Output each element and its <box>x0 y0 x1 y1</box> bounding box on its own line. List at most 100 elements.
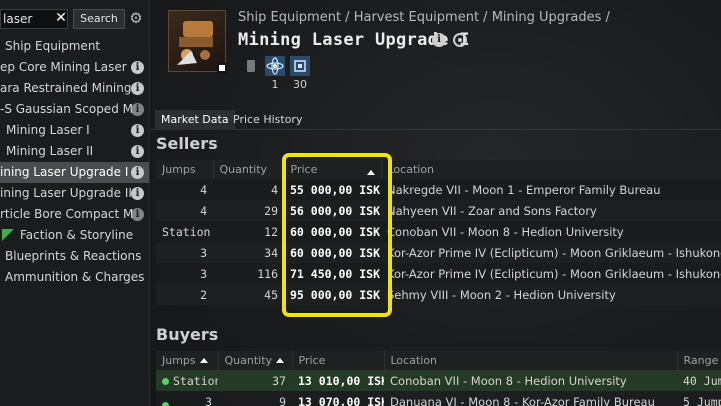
tree-item-faction-storyline[interactable]: Faction & Storyline <box>0 225 149 246</box>
tree-item-label: ining Laser Upgrade I <box>0 165 129 179</box>
cell-jumps: 3 <box>200 245 207 260</box>
cell-quantity: 116 <box>257 266 278 281</box>
cell-price: 13 010,00 ISK <box>292 370 384 391</box>
cell-location[interactable]: Conoban VII - Moon 8 - Hedion University <box>384 370 677 391</box>
cell-jumps-label: 3 <box>205 394 212 406</box>
cell-jumps: 3 <box>200 266 207 281</box>
info-icon[interactable]: i <box>131 187 144 200</box>
tree-item-label: ining Laser Upgrade II <box>0 186 132 200</box>
tree-item-label: -S Gaussian Scoped M <box>0 102 133 116</box>
tree-item-mining-laser-ii[interactable]: Mining Laser II i <box>0 141 149 162</box>
cell-jumps: 4 <box>200 203 207 218</box>
station-dot-icon <box>162 401 169 406</box>
cell-quantity: 4 <box>271 182 278 197</box>
atom-icon <box>265 56 285 76</box>
table-row[interactable]: 3 116 71 450,00 ISK Kor-Azor Prime IV (E… <box>156 263 721 284</box>
tree-item-particle-bore-compact[interactable]: rticle Bore Compact M i <box>0 204 149 225</box>
column-header-location[interactable]: Location <box>384 351 678 370</box>
tree-item-label: Blueprints & Reactions <box>5 249 142 263</box>
table-row[interactable]: 4 29 56 000,00 ISK Nahyeen VII - Zoar an… <box>156 200 721 221</box>
faction-icon <box>2 229 14 241</box>
info-icon[interactable]: i <box>131 166 144 179</box>
info-icon[interactable]: i <box>131 103 144 116</box>
column-header-quantity[interactable]: Quantity <box>213 160 285 179</box>
gear-icon[interactable]: ⚙ <box>128 9 144 27</box>
show-info-icon[interactable]: i <box>432 33 446 47</box>
info-icon[interactable]: i <box>131 61 144 74</box>
tree-item-restrained-mining[interactable]: ara Restrained Mining i <box>0 78 149 99</box>
tree-item-mining-laser-upgrade-i[interactable]: ining Laser Upgrade I i <box>0 162 149 183</box>
tree-item-gaussian-scoped[interactable]: -S Gaussian Scoped M i <box>0 99 149 120</box>
column-header-jumps[interactable]: Jumps <box>156 160 214 179</box>
cell-quantity: 37 <box>218 370 292 391</box>
table-header-row: Jumps Quantity Price Location Range <box>156 351 721 370</box>
tree-item-blueprints-reactions[interactable]: Blueprints & Reactions <box>0 246 149 267</box>
market-details-panel: Ship Equipment / Harvest Equipment / Min… <box>151 0 721 406</box>
cell-jumps: Station <box>162 224 211 239</box>
cell-location[interactable]: Kor-Azor Prime IV (Eclipticum) - Moon Gr… <box>381 263 721 284</box>
powergrid-icon <box>247 60 255 72</box>
cell-location[interactable]: Sehmy VIII - Moon 2 - Hedion University <box>381 284 721 305</box>
info-icon[interactable]: i <box>131 208 144 221</box>
column-header-range[interactable]: Range <box>677 351 721 370</box>
tree-item-mining-laser-i[interactable]: Mining Laser I i <box>0 120 149 141</box>
column-header-price[interactable]: Price <box>292 351 385 370</box>
cell-location[interactable]: Nahyeen VII - Zoar and Sons Factory <box>381 200 721 221</box>
column-header-price[interactable]: Price <box>284 160 382 179</box>
table-row[interactable]: Station 12 60 000,00 ISK Conoban VII - M… <box>156 221 721 242</box>
table-header-row: Jumps Quantity Price Location <box>156 160 721 179</box>
breadcrumb[interactable]: Ship Equipment / Harvest Equipment / Min… <box>238 10 610 25</box>
tree-item-ship-equipment[interactable]: Ship Equipment <box>0 36 149 57</box>
tree-item-deep-core-mining-laser[interactable]: ep Core Mining Laser i <box>0 57 149 78</box>
tab-bar: Market Data Price History <box>151 110 721 130</box>
tab-price-history[interactable]: Price History <box>227 110 308 130</box>
cell-price: 13 070,00 ISK <box>298 394 384 406</box>
column-header-quantity[interactable]: Quantity <box>218 351 293 370</box>
requirement-value: 1 <box>271 78 279 91</box>
table-row[interactable]: 3 9 13 070,00 ISK Danuana VI - Moon 8 - … <box>156 391 721 406</box>
cell-price: 56 000,00 ISK <box>290 203 381 218</box>
column-header-jumps[interactable]: Jumps <box>156 351 219 370</box>
sellers-table: Jumps Quantity Price Location 4 4 55 000… <box>156 160 721 305</box>
tree-item-label: Ammunition & Charges <box>5 270 145 284</box>
tab-market-data[interactable]: Market Data <box>155 110 235 130</box>
search-row: laser ✕ Search ⚙ <box>0 0 149 36</box>
info-icon[interactable]: i <box>131 145 144 158</box>
tree-item-label: rticle Bore Compact M <box>0 207 134 221</box>
cell-price: 95 000,00 ISK <box>290 287 381 302</box>
cell-range: 5 Jumps <box>683 394 721 406</box>
tree-item-mining-laser-upgrade-ii[interactable]: ining Laser Upgrade II i <box>0 183 149 204</box>
cell-jumps: 2 <box>200 287 207 302</box>
tree-item-label: Faction & Storyline <box>20 228 134 242</box>
cpu-icon <box>290 56 310 76</box>
cell-location[interactable]: Danuana VI - Moon 8 - Kor-Azor Family Bu… <box>384 391 677 406</box>
market-tree: Ship Equipment ep Core Mining Laser i ar… <box>0 36 149 288</box>
table-row[interactable]: 4 4 55 000,00 ISK Nakregde VII - Moon 1 … <box>156 179 721 200</box>
search-button[interactable]: Search <box>73 9 125 29</box>
tree-item-ammunition-charges[interactable]: Ammunition & Charges <box>0 267 149 288</box>
clear-search-icon[interactable]: ✕ <box>54 10 68 26</box>
cell-range: 40 Jumps <box>677 370 721 391</box>
cell-jumps: 4 <box>200 182 207 197</box>
column-header-location[interactable]: Location <box>381 160 721 179</box>
sort-ascending-icon <box>366 170 375 175</box>
cell-location[interactable]: Nakregde VII - Moon 1 - Emperor Family B… <box>381 179 721 200</box>
table-row[interactable]: 3 34 60 000,00 ISK Kor-Azor Prime IV (Ec… <box>156 242 721 263</box>
cell-location[interactable]: Conoban VII - Moon 8 - Hedion University <box>381 221 721 242</box>
requirement-value: 30 <box>293 78 307 91</box>
mining-laser-upgrade-icon[interactable] <box>168 10 227 73</box>
market-browser-sidebar: laser ✕ Search ⚙ Ship Equipment ep Core … <box>0 0 150 406</box>
sort-ascending-icon <box>276 358 285 363</box>
tree-item-label: ara Restrained Mining <box>0 81 132 95</box>
info-icon[interactable]: i <box>131 82 144 95</box>
cell-quantity: 9 <box>279 394 286 406</box>
table-row[interactable]: 2 45 95 000,00 ISK Sehmy VIII - Moon 2 -… <box>156 284 721 305</box>
info-icon[interactable]: i <box>131 124 144 137</box>
sellers-heading: Sellers <box>156 134 218 153</box>
target-icon[interactable] <box>453 33 467 47</box>
cell-quantity: 34 <box>264 245 278 260</box>
table-row[interactable]: Station 37 13 010,00 ISK Conoban VII - M… <box>156 370 721 391</box>
cell-quantity: 12 <box>264 224 278 239</box>
cell-location[interactable]: Kor-Azor Prime IV (Eclipticum) - Moon Gr… <box>381 242 721 263</box>
cell-price: 55 000,00 ISK <box>290 182 381 197</box>
